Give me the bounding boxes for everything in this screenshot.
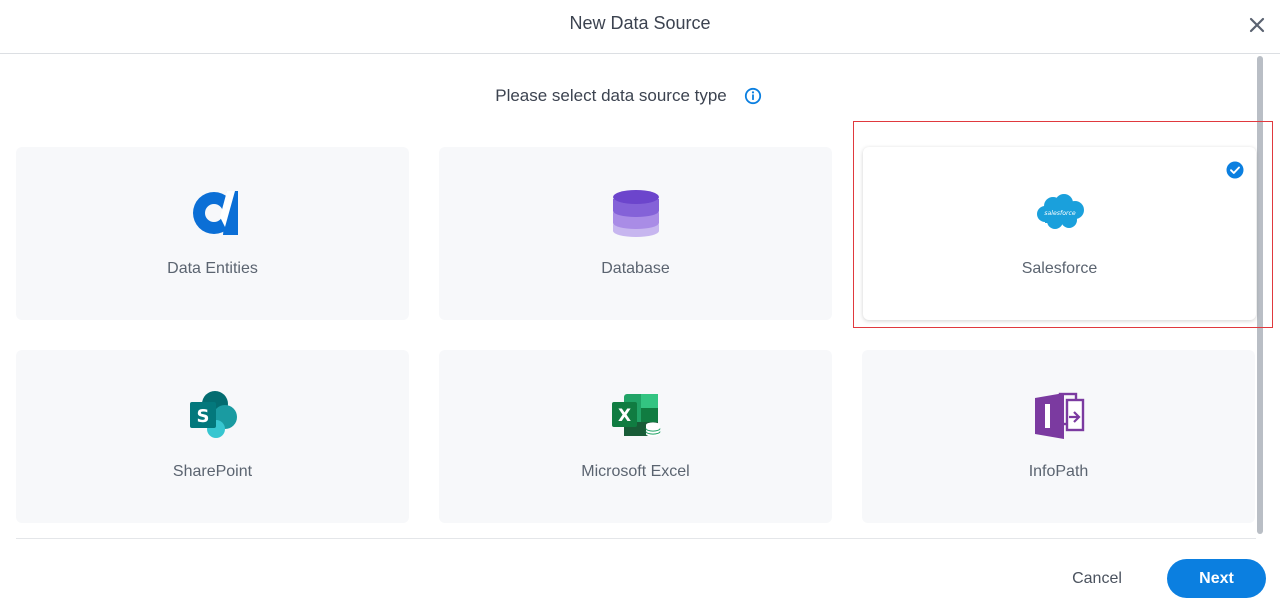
dialog-title: New Data Source <box>569 13 711 33</box>
checkmark-icon <box>1226 161 1244 179</box>
card-salesforce[interactable]: salesforce Salesforce <box>863 147 1256 320</box>
card-data-entities[interactable]: Data Entities <box>16 147 409 320</box>
dialog-header: New Data Source <box>0 0 1280 54</box>
sharepoint-icon: S <box>189 391 237 438</box>
database-icon <box>612 190 659 237</box>
cancel-button[interactable]: Cancel <box>1060 562 1134 596</box>
footer-divider <box>16 538 1256 539</box>
card-database[interactable]: Database <box>439 147 832 320</box>
card-label: Microsoft Excel <box>581 463 690 480</box>
svg-text:salesforce: salesforce <box>1044 210 1076 217</box>
prompt-text: Please select data source type <box>495 86 727 105</box>
prompt-row: Please select data source type <box>0 84 1280 108</box>
info-icon[interactable] <box>744 87 762 105</box>
infopath-icon <box>1034 392 1084 439</box>
excel-icon: X <box>611 394 660 437</box>
svg-text:X: X <box>617 406 630 426</box>
card-microsoft-excel[interactable]: X Microsoft Excel <box>439 350 832 523</box>
card-sharepoint[interactable]: S SharePoint <box>16 350 409 523</box>
card-infopath[interactable]: InfoPath <box>862 350 1255 523</box>
card-label: Data Entities <box>167 260 258 277</box>
next-button[interactable]: Next <box>1167 559 1266 598</box>
data-entities-icon <box>192 191 238 235</box>
close-icon[interactable] <box>1247 15 1267 35</box>
card-label: Database <box>601 260 670 277</box>
svg-text:S: S <box>196 406 209 427</box>
card-label: InfoPath <box>1028 463 1089 480</box>
card-label: Salesforce <box>1021 260 1098 277</box>
card-label: SharePoint <box>172 463 253 480</box>
salesforce-icon: salesforce <box>1036 194 1084 229</box>
scrollbar-thumb[interactable] <box>1257 56 1263 534</box>
